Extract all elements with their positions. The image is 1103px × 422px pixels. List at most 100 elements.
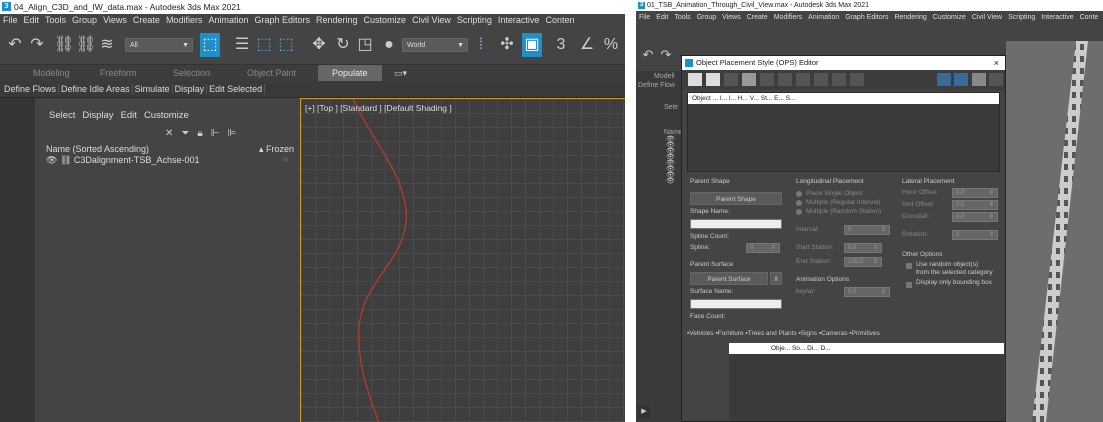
- layer-icon[interactable]: ⊫: [227, 128, 236, 139]
- menu-rendering[interactable]: Rendering: [316, 15, 358, 25]
- select-and-rotate-icon[interactable]: ↻: [334, 33, 352, 57]
- category-tabs[interactable]: ▪Vehicles ▪Furniture ▪Trees and Plants ▪…: [687, 330, 1000, 337]
- parent-surface-button[interactable]: Parent Surface: [690, 272, 768, 285]
- list-item[interactable]: 👁︎ ⛓ C3Dalignment-TSB_Achse-001: [46, 155, 294, 166]
- explorer-menu-display[interactable]: Display: [82, 110, 113, 121]
- select-and-scale-icon[interactable]: ◳: [356, 33, 374, 57]
- multiple-regular-radio[interactable]: [796, 200, 802, 206]
- bind-space-warp-icon[interactable]: ≋: [98, 33, 116, 57]
- menu-modifiers[interactable]: Modifiers: [774, 14, 802, 21]
- keyfar-spinner[interactable]: 0,0 ⇕: [844, 287, 890, 297]
- end-station-spinner[interactable]: 100,0 ⇕: [844, 257, 882, 267]
- menu-graph-editors[interactable]: Graph Editors: [845, 14, 888, 21]
- select-object-icon[interactable]: ⬚: [200, 33, 220, 57]
- define-flows-button[interactable]: Define Flow: [638, 82, 675, 89]
- viewport-label[interactable]: [+] [Top ] [Standard ] [Default Shading …: [305, 103, 452, 113]
- settings-icon[interactable]: [972, 73, 986, 86]
- menu-customize[interactable]: Customize: [933, 14, 966, 21]
- tab-modeling[interactable]: Modeling: [33, 65, 70, 81]
- pivot-center-icon[interactable]: ⁞: [472, 33, 490, 57]
- grid-icon[interactable]: [796, 73, 810, 86]
- horiz-offset-spinner[interactable]: 0,0 ⇕: [952, 188, 998, 198]
- crossfall-spinner[interactable]: 0,0 ⇕: [952, 212, 998, 222]
- close-icon[interactable]: ×: [994, 56, 999, 70]
- save-icon[interactable]: [742, 73, 756, 86]
- object-source-list[interactable]: Obje... So... Di... D...: [729, 343, 1004, 421]
- view-icon[interactable]: [937, 73, 951, 86]
- eye-icon[interactable]: 👁︎: [46, 155, 57, 165]
- select-and-move-icon[interactable]: ✥: [310, 33, 328, 57]
- list-item[interactable]: 👁︎ 👁︎ 👁︎ 👁︎ 👁︎ 👁︎ 👁︎ 👁︎: [666, 136, 675, 185]
- explorer-menu-select[interactable]: Sele: [664, 104, 678, 111]
- top-viewport[interactable]: [+] [Top ] [Standard ] [Default Shading …: [300, 98, 625, 422]
- copy-icon[interactable]: [760, 73, 774, 86]
- menu-create[interactable]: Create: [747, 14, 768, 21]
- edit-selected-button[interactable]: Edit Selected: [207, 84, 266, 94]
- menu-views[interactable]: Views: [103, 15, 127, 25]
- menu-scripting[interactable]: Scripting: [1008, 14, 1035, 21]
- display-button[interactable]: Display: [172, 84, 208, 94]
- spinner-arrows-icon[interactable]: ⇕: [989, 231, 994, 239]
- menu-content[interactable]: Conten: [545, 15, 574, 25]
- redo-icon[interactable]: ↷: [28, 33, 46, 57]
- menu-file[interactable]: File: [3, 15, 18, 25]
- ribbon-options-icon[interactable]: ▭▾: [394, 65, 407, 81]
- explorer-menu-customize[interactable]: Customize: [144, 110, 189, 121]
- menu-modifiers[interactable]: Modifiers: [166, 15, 203, 25]
- tab-object-paint[interactable]: Object Paint: [247, 65, 296, 81]
- spinner-arrows-icon[interactable]: ⇕: [873, 258, 878, 266]
- link-icon[interactable]: ⛓: [54, 33, 74, 57]
- surface-name-field[interactable]: [690, 299, 782, 309]
- display-bbox-checkbox[interactable]: [906, 282, 912, 288]
- selection-filter-dropdown[interactable]: All ▼: [125, 38, 193, 52]
- tab-populate[interactable]: Populate: [318, 65, 382, 81]
- spinner-arrows-icon[interactable]: ⇕: [771, 244, 776, 252]
- window-crossing-icon[interactable]: ⬚: [277, 33, 295, 57]
- column-frozen-header[interactable]: ▴ Frozen: [259, 144, 294, 155]
- guardrail-object[interactable]: [1032, 41, 1088, 422]
- menu-tools[interactable]: Tools: [674, 14, 690, 21]
- menu-views[interactable]: Views: [722, 14, 741, 21]
- tab-freeform[interactable]: Freeform: [100, 65, 137, 81]
- define-idle-areas-button[interactable]: Define Idle Areas: [59, 84, 133, 94]
- menu-customize[interactable]: Customize: [364, 15, 407, 25]
- menu-group[interactable]: Group: [697, 14, 716, 21]
- spinner-arrows-icon[interactable]: ⇕: [881, 226, 886, 234]
- new-icon[interactable]: [688, 73, 702, 86]
- interval-spinner[interactable]: 0 ⇕: [844, 225, 890, 235]
- multiple-random-radio[interactable]: [796, 209, 802, 215]
- menu-rendering[interactable]: Rendering: [894, 14, 926, 21]
- clear-surface-button[interactable]: X: [770, 272, 782, 285]
- spinner-arrows-icon[interactable]: ⇕: [873, 244, 878, 252]
- menu-interactive[interactable]: Interactive: [498, 15, 540, 25]
- tab-modeling[interactable]: Modeli: [654, 73, 675, 80]
- explorer-menu-edit[interactable]: Edit: [121, 110, 137, 121]
- shape-name-field[interactable]: [690, 219, 782, 229]
- menu-civil-view[interactable]: Civil View: [972, 14, 1002, 21]
- alignment-curve[interactable]: [352, 99, 407, 422]
- filter-icon[interactable]: ⏷: [181, 128, 189, 139]
- paste-icon[interactable]: [778, 73, 792, 86]
- close-icon[interactable]: ✕: [165, 128, 173, 139]
- menu-tools[interactable]: Tools: [45, 15, 66, 25]
- open-icon[interactable]: [706, 73, 720, 86]
- frozen-toggle-icon[interactable]: [283, 157, 288, 162]
- lock-icon[interactable]: 🔒︎: [197, 128, 202, 139]
- menu-edit[interactable]: Edit: [656, 14, 668, 21]
- keyboard-shortcut-override-icon[interactable]: ▣: [522, 33, 542, 57]
- snaps-toggle-icon[interactable]: 3: [552, 33, 570, 57]
- menu-edit[interactable]: Edit: [24, 15, 40, 25]
- rectangle-selection-icon[interactable]: ⬚: [255, 33, 273, 57]
- unlink-icon[interactable]: ⛓: [76, 33, 96, 57]
- hierarchy-icon[interactable]: ⊩: [211, 128, 220, 139]
- menu-scripting[interactable]: Scripting: [457, 15, 492, 25]
- parent-shape-button[interactable]: Parent Shape: [690, 192, 782, 205]
- rotation-spinner[interactable]: 0 ⇕: [952, 230, 998, 240]
- spinner-arrows-icon[interactable]: ⇕: [989, 213, 994, 221]
- angle-snap-icon[interactable]: ∠: [578, 33, 596, 57]
- menu-civil-view[interactable]: Civil View: [412, 15, 451, 25]
- spline-spinner[interactable]: 0 ⇕: [746, 243, 780, 253]
- spinner-arrows-icon[interactable]: ⇕: [989, 189, 994, 197]
- menu-interactive[interactable]: Interactive: [1041, 14, 1073, 21]
- menu-group[interactable]: Group: [72, 15, 97, 25]
